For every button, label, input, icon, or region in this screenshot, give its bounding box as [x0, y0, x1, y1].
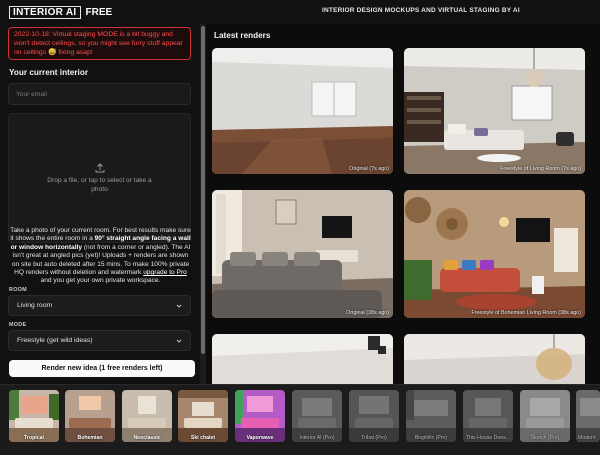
- render-card[interactable]: [212, 334, 393, 384]
- style-label: Bohemian: [77, 435, 103, 441]
- upgrade-link[interactable]: upgrade to Pro: [143, 269, 187, 276]
- render-image: [212, 334, 393, 384]
- style-card-tribal-pro[interactable]: Tribal (Pro): [349, 390, 399, 442]
- mode-label: MODE: [9, 322, 27, 328]
- render-image: [212, 190, 393, 318]
- render-caption: Original (7s ago): [349, 166, 389, 172]
- style-card-sketch-pro[interactable]: Sketch (Pro): [520, 390, 570, 442]
- desc-part-3: and you get your own private workspace.: [40, 277, 161, 285]
- alert-text: 2022-10-18: Virtual staging MODE is a bi…: [14, 31, 183, 57]
- render-image: [404, 190, 585, 318]
- render-image: [404, 48, 585, 174]
- style-card-biophilic-pro[interactable]: Biophilic (Pro): [406, 390, 456, 442]
- render-caption: Freestyle of Bohemian Living Room (38s a…: [471, 310, 581, 316]
- style-label: Interior AI (Pro): [299, 435, 335, 441]
- room-select[interactable]: Living room: [8, 295, 191, 316]
- style-label: This House Does...: [465, 435, 511, 441]
- email-input[interactable]: [8, 83, 191, 105]
- style-label: Modern: [578, 435, 596, 441]
- render-card[interactable]: Freestyle of Living Room (7s ago): [404, 48, 585, 174]
- style-card-bohemian[interactable]: Bohemian: [65, 390, 115, 442]
- mode-select[interactable]: Freestyle (get wild ideas): [8, 330, 191, 351]
- style-card-house-does[interactable]: This House Does...: [463, 390, 513, 442]
- room-label: ROOM: [9, 287, 27, 293]
- style-label: Biophilic (Pro): [414, 435, 448, 441]
- style-label: Vaporwave: [246, 435, 274, 441]
- style-card-ski-chalet[interactable]: Ski chalet: [178, 390, 228, 442]
- render-card[interactable]: [404, 334, 585, 384]
- style-card-tropical[interactable]: Tropical: [9, 390, 59, 442]
- logo-box: INTERIOR AI: [9, 5, 81, 19]
- instructions-text: Take a photo of your current room. For b…: [9, 227, 192, 286]
- room-select-value: Living room: [17, 302, 53, 309]
- render-caption: Freestyle of Living Room (7s ago): [500, 166, 581, 172]
- renders-title: Latest renders: [214, 31, 271, 40]
- upload-dropzone[interactable]: Drop a file, or tap to select or take a …: [8, 113, 191, 243]
- render-button[interactable]: Render new idea (1 free renders left): [9, 360, 195, 377]
- style-label: Neoclassic: [133, 435, 161, 441]
- logo-main-text: INTERIOR AI: [13, 6, 77, 18]
- style-label: Ski chalet: [190, 435, 216, 441]
- render-card[interactable]: Freestyle of Bohemian Living Room (38s a…: [404, 190, 585, 318]
- logo[interactable]: INTERIOR AI FREE: [9, 5, 112, 19]
- style-card-neoclassic[interactable]: Neoclassic: [122, 390, 172, 442]
- style-label: Tropical: [24, 435, 44, 441]
- top-header: INTERIOR AI FREE INTERIOR DESIGN MOCKUPS…: [0, 0, 600, 24]
- scrollbar-thumb[interactable]: [201, 26, 205, 354]
- upload-icon: [95, 163, 104, 173]
- renders-panel: Latest renders Original (7s ago) Freesty…: [206, 24, 600, 384]
- render-caption: Original (38s ago): [346, 310, 389, 316]
- render-card[interactable]: Original (7s ago): [212, 48, 393, 174]
- section-title: Your current interior: [9, 68, 89, 77]
- left-panel: 2022-10-18: Virtual staging MODE is a bi…: [0, 24, 200, 384]
- style-card-interior-ai-pro[interactable]: Interior AI (Pro): [292, 390, 342, 442]
- mode-select-value: Freestyle (get wild ideas): [17, 337, 93, 344]
- tagline: INTERIOR DESIGN MOCKUPS AND VIRTUAL STAG…: [322, 7, 520, 14]
- chevron-down-icon: [176, 304, 182, 308]
- chevron-down-icon: [176, 339, 182, 343]
- logo-free-text: FREE: [85, 6, 113, 18]
- style-card-vaporwave[interactable]: Vaporwave: [235, 390, 285, 442]
- render-card[interactable]: Original (38s ago): [212, 190, 393, 318]
- render-image: [212, 48, 393, 174]
- dropzone-text: Drop a file, or tap to select or take a …: [47, 177, 152, 193]
- style-label: Sketch (Pro): [530, 435, 560, 441]
- style-card-modern[interactable]: Modern: [576, 390, 600, 442]
- render-image: [404, 334, 585, 384]
- style-label: Tribal (Pro): [361, 435, 387, 441]
- style-strip: Tropical Bohemian Neoclassic Ski chalet: [0, 384, 600, 455]
- alert-banner: 2022-10-18: Virtual staging MODE is a bi…: [8, 27, 191, 60]
